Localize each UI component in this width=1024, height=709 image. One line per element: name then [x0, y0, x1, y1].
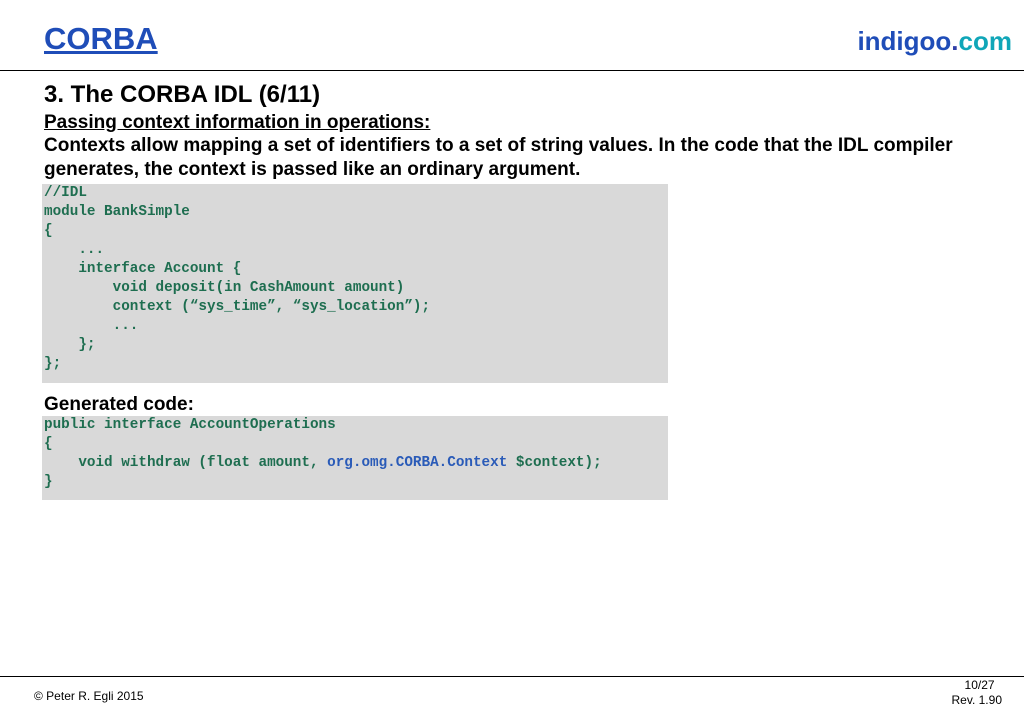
brand-part2: com [958, 26, 1012, 56]
code-line: context (“sys_time”, “sys_location”); [44, 299, 431, 315]
brand-logo: indigoo.com [857, 25, 1012, 57]
header-title: CORBA [44, 21, 158, 56]
footer-divider [0, 676, 1024, 677]
page-info: 10/27 Rev. 1.90 [952, 678, 1002, 708]
generated-code-heading: Generated code: [44, 394, 194, 415]
page-number: 10/27 [964, 678, 995, 692]
header-divider [0, 70, 1024, 71]
code-segment: void withdraw (float amount, [44, 455, 328, 471]
code-line: ... [44, 242, 105, 258]
code-line: }; [44, 337, 96, 353]
code-line: public interface AccountOperations [44, 417, 336, 433]
code-line: ... [44, 318, 139, 334]
brand-part1: indigoo [857, 26, 952, 56]
revision-label: Rev. 1.90 [951, 693, 1002, 707]
code-line: //IDL [44, 185, 87, 201]
slide-title: 3. The CORBA IDL (6/11) [44, 81, 321, 108]
code-line: void deposit(in CashAmount amount) [44, 280, 405, 296]
generated-code-block: public interface AccountOperations { voi… [42, 416, 668, 500]
code-line-withdraw: void withdraw (float amount, org.omg.COR… [44, 454, 668, 473]
code-line: interface Account { [44, 261, 242, 277]
code-line: }; [44, 356, 62, 372]
intro-paragraph: Contexts allow mapping a set of identifi… [44, 135, 953, 180]
code-line: } [44, 474, 53, 490]
code-segment: $context); [507, 455, 602, 471]
code-highlight-context-type: org.omg.CORBA.Context [327, 455, 508, 471]
idl-code-block: //IDL module BankSimple { ... interface … [42, 184, 668, 383]
code-line: module BankSimple [44, 204, 190, 220]
copyright-notice: © Peter R. Egli 2015 [34, 689, 144, 703]
code-line: { [44, 223, 53, 239]
brand-dot: . [951, 26, 959, 56]
section-subheading: Passing context information in operation… [44, 112, 431, 133]
code-line: { [44, 436, 53, 452]
